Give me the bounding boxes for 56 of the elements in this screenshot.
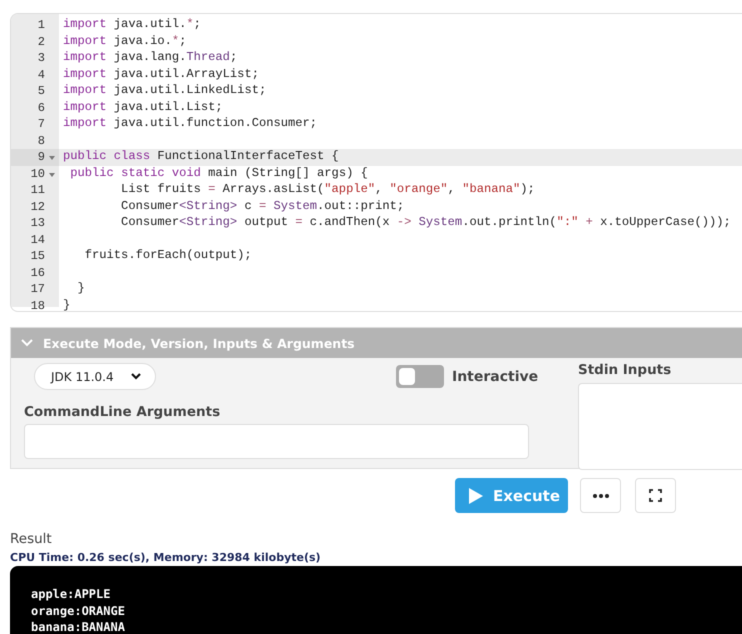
line-number: 8 xyxy=(38,134,45,148)
code-line: import java.util.LinkedList; xyxy=(62,83,268,99)
line-number: 18 xyxy=(30,298,45,311)
line-number: 11 xyxy=(30,183,45,198)
code-line: import java.lang.Thread; xyxy=(62,50,238,66)
line-number: 17 xyxy=(30,282,45,296)
code-line: import java.util.ArrayList; xyxy=(62,66,260,82)
toggle-label: Interactive xyxy=(452,368,538,384)
line-number: 4 xyxy=(38,68,45,82)
chevron-down-icon xyxy=(131,373,141,380)
arguments-field[interactable] xyxy=(24,424,529,459)
more-icon xyxy=(592,494,608,498)
field-label: Stdin Inputs xyxy=(578,362,672,378)
code-line: } xyxy=(76,281,86,297)
play-icon xyxy=(469,488,483,504)
fullscreen-icon xyxy=(649,489,662,502)
code-line: List fruits = Arrays.asList("apple", "orange", "banana"); xyxy=(120,182,536,198)
line-number: 6 xyxy=(38,100,45,115)
line-number: 13 xyxy=(30,216,45,230)
run-stats: CPU Time: 0.26 sec(s), Memory: 32984 kilobyte(s) xyxy=(10,551,322,564)
line-number: 2 xyxy=(38,34,45,49)
fold-arrow-icon[interactable] xyxy=(49,156,55,160)
code-line: public static void main (String[] args) { xyxy=(69,166,369,182)
panel-title: Execute Mode, Version, Inputs & Arguments xyxy=(43,336,355,350)
interactive-toggle[interactable] xyxy=(396,365,444,388)
line-number: 16 xyxy=(30,266,45,280)
output-line: orange:ORANGE xyxy=(31,602,126,619)
code-line: import java.util.List; xyxy=(62,100,224,116)
line-number: 1 xyxy=(38,18,45,32)
result-title: Result xyxy=(10,531,53,547)
stdin-field[interactable] xyxy=(578,383,742,470)
fullscreen-button[interactable] xyxy=(635,478,676,513)
line-number: 9 xyxy=(38,150,45,164)
line-number: 3 xyxy=(38,51,45,66)
output-line: banana:BANANA xyxy=(31,619,126,634)
code-editor[interactable] xyxy=(10,13,742,312)
line-number: 12 xyxy=(30,200,45,214)
version-select[interactable]: JDK 11.0.4 xyxy=(34,363,156,390)
line-number: 10 xyxy=(30,166,45,181)
line-number: 14 xyxy=(30,232,45,247)
code-line: import java.io.*; xyxy=(62,34,188,50)
code-line: Consumer<String> output = c.andThen(x -> System.out.println(":" + x.toUpperCase())); xyxy=(120,215,732,231)
line-number: 5 xyxy=(38,84,45,98)
code-line: fruits.forEach(output); xyxy=(84,248,253,264)
line-number: 7 xyxy=(38,117,45,132)
more-button[interactable] xyxy=(580,478,621,513)
code-line: import java.util.function.Consumer; xyxy=(62,116,318,132)
line-number: 15 xyxy=(30,249,45,264)
code-line: import java.util.*; xyxy=(62,17,202,33)
panel-header[interactable]: Execute Mode, Version, Inputs & Arguments xyxy=(11,328,742,358)
execute-button[interactable]: Execute xyxy=(455,478,568,513)
output-line: apple:APPLE xyxy=(31,586,112,602)
field-label: CommandLine Arguments xyxy=(24,404,222,420)
code-line: Consumer<String> c = System.out::print; xyxy=(120,198,406,214)
fold-arrow-icon[interactable] xyxy=(49,172,55,176)
code-line: } xyxy=(62,298,72,311)
